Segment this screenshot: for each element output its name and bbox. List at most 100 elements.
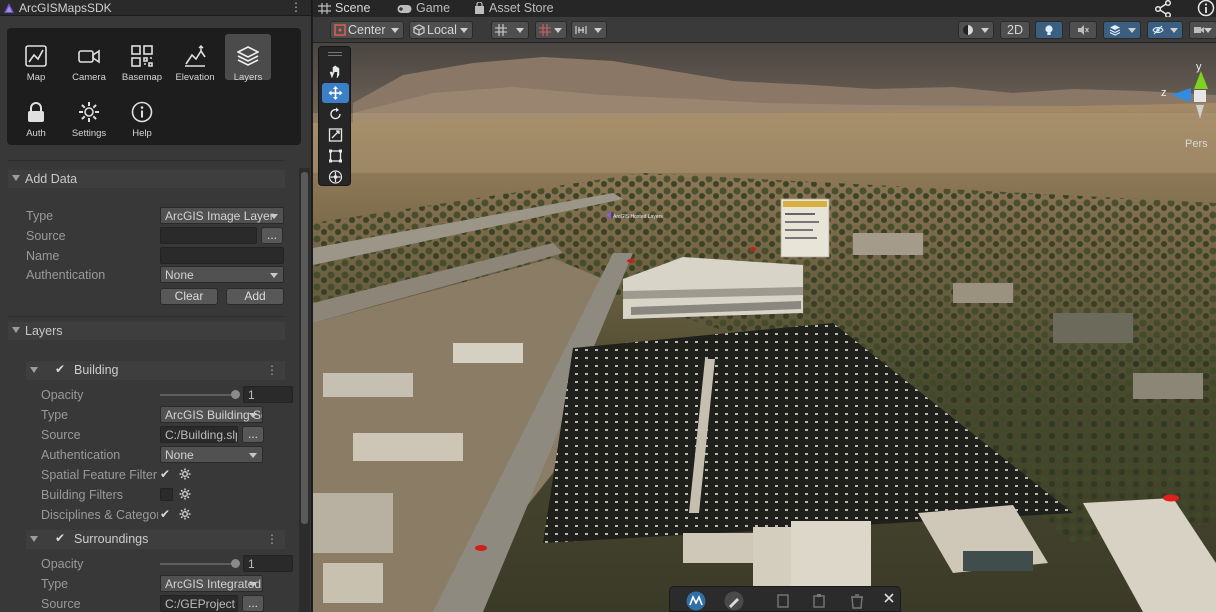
building-filters-checkbox[interactable] (160, 488, 173, 501)
tool-auth-button[interactable]: Auth (13, 90, 59, 139)
add-data-auth-dropdown[interactable]: None (160, 266, 284, 283)
city-mesh-render[interactable]: ArcGIS Hosted Layers (313, 43, 1216, 612)
effects-dropdown[interactable] (1103, 21, 1141, 39)
pivot-mode-dropdown[interactable]: Center (330, 21, 404, 39)
increment-snap-dropdown[interactable] (535, 21, 567, 39)
divider (8, 316, 285, 317)
panel-menu-icon[interactable]: ⋮ (290, 0, 302, 14)
move-tool-button[interactable] (322, 83, 349, 103)
layer-source-input[interactable]: C:/Building.slpk (160, 426, 238, 443)
tab-asset-store[interactable]: Asset Store (474, 0, 554, 17)
scene-viewport[interactable]: ArcGIS Hosted Layers y z Pers (313, 43, 1216, 612)
audio-toggle-button[interactable] (1069, 21, 1097, 39)
spatial-feature-filter-checkbox[interactable]: ✔ (160, 468, 173, 481)
copy-icon[interactable] (774, 593, 792, 609)
tool-settings-button[interactable]: Settings (66, 90, 112, 139)
move-arrows-icon (328, 86, 343, 100)
opacity-slider-handle[interactable] (231, 390, 240, 399)
close-icon[interactable] (882, 591, 896, 605)
gear-icon[interactable] (179, 508, 191, 520)
pivot-center-icon (334, 24, 346, 36)
foldout-arrow-icon[interactable] (30, 367, 38, 373)
info-icon (131, 101, 153, 123)
add-data-header[interactable]: Add Data (8, 170, 285, 188)
rotate-tool-button[interactable] (322, 104, 349, 124)
add-data-browse-button[interactable]: ... (261, 227, 283, 244)
clear-button[interactable]: Clear (160, 288, 218, 305)
opacity-input[interactable]: 1 (243, 555, 293, 572)
orientation-gizmo[interactable]: y z Pers (1161, 61, 1216, 151)
add-data-source-input[interactable] (160, 227, 257, 244)
foldout-arrow-icon[interactable] (12, 327, 20, 333)
neg-y-cone-icon[interactable] (1195, 103, 1205, 119)
add-data-name-input[interactable] (160, 247, 284, 264)
layer-type-dropdown[interactable]: ArcGIS Building Scene Layer (160, 406, 263, 423)
layer-name: Surroundings (74, 532, 149, 546)
layer-source-input[interactable]: C:/GEProject (160, 595, 238, 612)
edit-tool-icon[interactable] (722, 591, 746, 611)
camera-icon (78, 49, 100, 64)
layer-auth-dropdown[interactable]: None (160, 446, 263, 463)
drag-handle-icon[interactable] (328, 52, 342, 56)
viewport-hosted-layer-label: ArcGIS Hosted Layers (613, 214, 663, 220)
tool-camera-button[interactable]: Camera (66, 34, 112, 83)
add-data-type-dropdown[interactable]: ArcGIS Image Layer (160, 207, 284, 224)
disciplines-checkbox[interactable]: ✔ (160, 508, 173, 521)
tool-label: Help (132, 128, 152, 139)
foldout-arrow-icon[interactable] (12, 175, 20, 181)
scale-tool-button[interactable] (322, 125, 349, 145)
layer-visible-checkbox[interactable]: ✔ (55, 363, 68, 376)
z-axis-label: z (1161, 87, 1167, 99)
share-icon[interactable] (1153, 0, 1173, 17)
gear-icon[interactable] (179, 468, 191, 480)
paste-icon[interactable] (810, 593, 828, 609)
layer-browse-button[interactable]: ... (242, 595, 264, 612)
add-button[interactable]: Add (226, 288, 284, 305)
layer-building-header[interactable]: ✔ Building ⋮ (26, 361, 285, 380)
tool-map-button[interactable]: Map (13, 34, 59, 83)
z-axis-cone-icon[interactable] (1171, 87, 1195, 103)
opacity-slider-handle[interactable] (231, 559, 240, 568)
gizmos-dropdown[interactable] (1189, 21, 1216, 39)
info-icon[interactable] (1196, 0, 1216, 17)
center-cube-icon[interactable] (1193, 89, 1207, 103)
hidden-objects-dropdown[interactable] (1147, 21, 1183, 39)
layer-auth-label: Authentication (41, 448, 121, 462)
layers-header[interactable]: Layers (8, 322, 285, 340)
layer-menu-icon[interactable]: ⋮ (266, 363, 278, 377)
tool-elevation-button[interactable]: Elevation (172, 34, 218, 83)
spline-tool-icon[interactable] (684, 591, 708, 611)
divider (8, 160, 285, 161)
panel-tab[interactable]: ArcGISMapsSDK ⋮ (0, 0, 311, 16)
opacity-input[interactable]: 1 (243, 386, 293, 403)
perspective-label[interactable]: Pers (1185, 138, 1208, 150)
rect-tool-button[interactable] (322, 146, 349, 166)
align-dropdown[interactable] (571, 21, 607, 39)
gear-icon[interactable] (179, 488, 191, 500)
opacity-slider-track[interactable] (160, 394, 238, 396)
layer-type-dropdown[interactable]: ArcGIS Integrated Mesh Layer (160, 575, 263, 592)
scale-icon (328, 128, 343, 142)
tool-basemap-button[interactable]: Basemap (119, 34, 165, 83)
grid-snap-dropdown[interactable] (491, 21, 529, 39)
pivot-rotation-dropdown[interactable]: Local (409, 21, 473, 39)
transform-tool-button[interactable] (322, 167, 349, 187)
2d-toggle-button[interactable]: 2D (1000, 21, 1030, 39)
layer-surroundings-header[interactable]: ✔ Surroundings ⋮ (26, 530, 285, 549)
lighting-toggle-button[interactable] (1035, 21, 1063, 39)
layer-browse-button[interactable]: ... (242, 426, 264, 443)
opacity-slider-track[interactable] (160, 563, 238, 565)
tool-layers-button[interactable]: Layers (225, 34, 271, 83)
inspector-scrollbar-thumb[interactable] (301, 172, 308, 524)
foldout-arrow-icon[interactable] (30, 536, 38, 542)
trash-icon[interactable] (848, 593, 866, 609)
hand-tool-button[interactable] (322, 62, 349, 82)
draw-mode-dropdown[interactable] (958, 21, 994, 39)
layer-visible-checkbox[interactable]: ✔ (55, 532, 68, 545)
scene-tab-bar: Scene Game Asset Store (313, 0, 1216, 17)
tab-scene[interactable]: Scene (318, 0, 370, 17)
spatial-feature-filter-label: Spatial Feature Filter (41, 468, 158, 482)
tool-help-button[interactable]: Help (119, 90, 165, 139)
tab-game[interactable]: Game (397, 0, 450, 17)
layer-menu-icon[interactable]: ⋮ (266, 532, 278, 546)
